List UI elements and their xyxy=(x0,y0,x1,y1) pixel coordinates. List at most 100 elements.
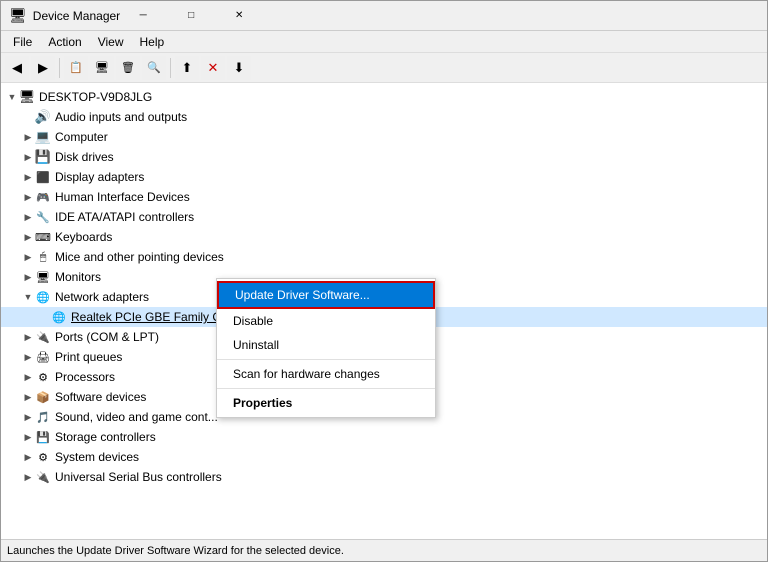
print-expand-icon: ▶ xyxy=(21,350,35,364)
sound-icon: 🎵 xyxy=(35,409,51,425)
tb-disable-button[interactable]: ✕ xyxy=(201,56,225,80)
tree-item-hid[interactable]: ▶ 🎮 Human Interface Devices xyxy=(1,187,767,207)
menu-action[interactable]: Action xyxy=(40,31,89,52)
audio-icon: 🔊 xyxy=(35,109,51,125)
tree-item-hid-label: Human Interface Devices xyxy=(55,190,190,204)
audio-expand-icon xyxy=(21,110,35,124)
tb-forward-button[interactable]: ▶ xyxy=(31,56,55,80)
tb-down-button[interactable]: ⬇ xyxy=(227,56,251,80)
sound-expand-icon: ▶ xyxy=(21,410,35,424)
tb-update-button[interactable]: 🖥 xyxy=(90,56,114,80)
ports-expand-icon: ▶ xyxy=(21,330,35,344)
tree-item-mice-label: Mice and other pointing devices xyxy=(55,250,224,264)
tree-item-monitors-label: Monitors xyxy=(55,270,101,284)
computer-icon: 💻 xyxy=(35,129,51,145)
ctx-scan[interactable]: Scan for hardware changes xyxy=(217,362,435,386)
tree-item-software-label: Software devices xyxy=(55,390,146,404)
tree-item-sound-label: Sound, video and game cont... xyxy=(55,410,218,424)
context-menu: Update Driver Software... Disable Uninst… xyxy=(216,278,436,418)
root-expand-icon: ▼ xyxy=(5,90,19,104)
tb-back-button[interactable]: ◀ xyxy=(5,56,29,80)
tree-item-ide[interactable]: ▶ 🔧 IDE ATA/ATAPI controllers xyxy=(1,207,767,227)
tb-up-button[interactable]: ⬆ xyxy=(175,56,199,80)
menu-help[interactable]: Help xyxy=(132,31,173,52)
display-icon: ⬛ xyxy=(35,169,51,185)
computer-expand-icon: ▶ xyxy=(21,130,35,144)
monitors-icon: 🖥 xyxy=(35,269,51,285)
network-icon: 🌐 xyxy=(35,289,51,305)
ide-expand-icon: ▶ xyxy=(21,210,35,224)
tb-scan-button[interactable]: 🔍 xyxy=(142,56,166,80)
tree-item-computer-label: Computer xyxy=(55,130,108,144)
usb-icon: 🔌 xyxy=(35,469,51,485)
sysdev-icon: ⚙ xyxy=(35,449,51,465)
processors-expand-icon: ▶ xyxy=(21,370,35,384)
tree-item-audio[interactable]: 🔊 Audio inputs and outputs xyxy=(1,107,767,127)
tree-item-usb-label: Universal Serial Bus controllers xyxy=(55,470,222,484)
tree-item-usb[interactable]: ▶ 🔌 Universal Serial Bus controllers xyxy=(1,467,767,487)
tree-item-mice[interactable]: ▶ 🖱 Mice and other pointing devices xyxy=(1,247,767,267)
processors-icon: ⚙ xyxy=(35,369,51,385)
software-expand-icon: ▶ xyxy=(21,390,35,404)
software-icon: 📦 xyxy=(35,389,51,405)
toolbar: ◀ ▶ 📋 🖥 🗑 🔍 ⬆ ✕ ⬇ xyxy=(1,53,767,83)
ctx-disable[interactable]: Disable xyxy=(217,309,435,333)
hid-icon: 🎮 xyxy=(35,189,51,205)
tree-item-network-label: Network adapters xyxy=(55,290,149,304)
storage-icon: 💾 xyxy=(35,429,51,445)
tree-item-keyboards[interactable]: ▶ ⌨ Keyboards xyxy=(1,227,767,247)
tree-root[interactable]: ▼ 🖥 DESKTOP-V9D8JLG xyxy=(1,87,767,107)
titlebar-controls: ─ □ ✕ xyxy=(120,1,262,31)
print-icon: 🖨 xyxy=(35,349,51,365)
tree-item-ports-label: Ports (COM & LPT) xyxy=(55,330,159,344)
mice-icon: 🖱 xyxy=(35,249,51,265)
main-panel: ▼ 🖥 DESKTOP-V9D8JLG 🔊 Audio inputs and o… xyxy=(1,83,767,539)
tree-item-sysdev[interactable]: ▶ ⚙ System devices xyxy=(1,447,767,467)
tb-sep1 xyxy=(59,58,60,78)
root-computer-icon: 🖥 xyxy=(19,89,35,105)
ports-icon: 🔌 xyxy=(35,329,51,345)
disk-expand-icon: ▶ xyxy=(21,150,35,164)
tree-item-disk[interactable]: ▶ 💾 Disk drives xyxy=(1,147,767,167)
tb-uninstall-button[interactable]: 🗑 xyxy=(116,56,140,80)
realtek-expand-icon xyxy=(37,310,51,324)
keyboards-expand-icon: ▶ xyxy=(21,230,35,244)
tree-item-audio-label: Audio inputs and outputs xyxy=(55,110,187,124)
display-expand-icon: ▶ xyxy=(21,170,35,184)
tree-root-label: DESKTOP-V9D8JLG xyxy=(39,90,152,104)
monitors-expand-icon: ▶ xyxy=(21,270,35,284)
statusbar-text: Launches the Update Driver Software Wiza… xyxy=(7,545,344,557)
tree-item-sysdev-label: System devices xyxy=(55,450,139,464)
sysdev-expand-icon: ▶ xyxy=(21,450,35,464)
tree-item-storage[interactable]: ▶ 💾 Storage controllers xyxy=(1,427,767,447)
realtek-icon: 🌐 xyxy=(51,309,67,325)
tree-item-display[interactable]: ▶ ⬛ Display adapters xyxy=(1,167,767,187)
tb-properties-button[interactable]: 📋 xyxy=(64,56,88,80)
keyboards-icon: ⌨ xyxy=(35,229,51,245)
usb-expand-icon: ▶ xyxy=(21,470,35,484)
hid-expand-icon: ▶ xyxy=(21,190,35,204)
tree-item-ide-label: IDE ATA/ATAPI controllers xyxy=(55,210,194,224)
tree-item-processors-label: Processors xyxy=(55,370,115,384)
ctx-properties[interactable]: Properties xyxy=(217,391,435,415)
titlebar-title: Device Manager xyxy=(33,9,120,23)
menu-file[interactable]: File xyxy=(5,31,40,52)
ctx-separator2 xyxy=(217,388,435,389)
tree-item-display-label: Display adapters xyxy=(55,170,144,184)
network-expand-icon: ▼ xyxy=(21,290,35,304)
ctx-uninstall[interactable]: Uninstall xyxy=(217,333,435,357)
minimize-button[interactable]: ─ xyxy=(120,1,166,31)
menubar: File Action View Help xyxy=(1,31,767,53)
maximize-button[interactable]: □ xyxy=(168,1,214,31)
tb-sep2 xyxy=(170,58,171,78)
menu-view[interactable]: View xyxy=(90,31,132,52)
close-button[interactable]: ✕ xyxy=(216,1,262,31)
ctx-update-driver[interactable]: Update Driver Software... xyxy=(217,281,435,309)
ctx-separator xyxy=(217,359,435,360)
tree-item-computer[interactable]: ▶ 💻 Computer xyxy=(1,127,767,147)
titlebar: 🖥 Device Manager ─ □ ✕ xyxy=(1,1,767,31)
tree-item-disk-label: Disk drives xyxy=(55,150,114,164)
ide-icon: 🔧 xyxy=(35,209,51,225)
tree-item-print-label: Print queues xyxy=(55,350,122,364)
statusbar: Launches the Update Driver Software Wiza… xyxy=(1,539,767,561)
